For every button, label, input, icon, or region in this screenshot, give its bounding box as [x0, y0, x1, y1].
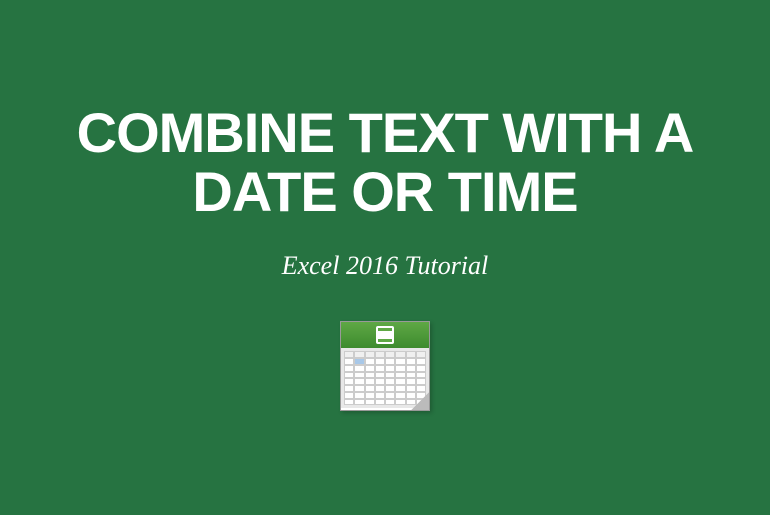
- main-title: COMBINE TEXT WITH A DATE OR TIME: [0, 104, 770, 222]
- subtitle: Excel 2016 Tutorial: [282, 251, 489, 281]
- excel-spreadsheet-icon: [340, 321, 430, 411]
